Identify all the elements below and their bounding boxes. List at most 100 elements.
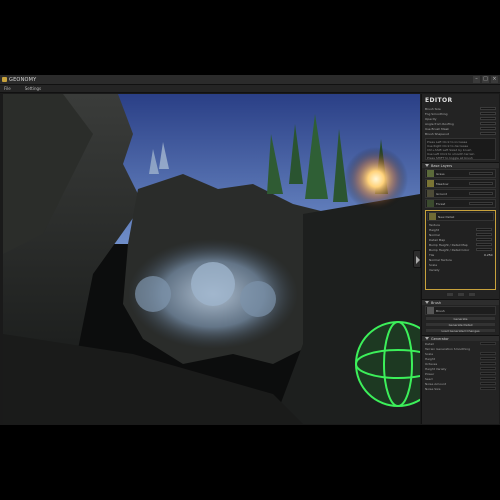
layer-strength-slider[interactable] (469, 202, 493, 205)
layer-meadow[interactable]: Meadow (425, 179, 496, 188)
opacity-slider[interactable] (480, 117, 496, 120)
prop-label: Detail Map (429, 237, 446, 242)
generator-value[interactable] (480, 367, 496, 370)
generator-label: Height Variety (425, 366, 447, 371)
layer-name: Ground (436, 191, 448, 196)
generator-value[interactable] (480, 372, 496, 375)
generator-value[interactable] (480, 357, 496, 360)
prop-label: Variety (429, 267, 440, 272)
3d-viewport[interactable] (3, 94, 420, 424)
generator-value[interactable] (480, 382, 496, 385)
layer-ground[interactable]: Ground (425, 189, 496, 198)
generator-label: Noise Size (425, 386, 441, 391)
layer-strength-slider[interactable] (469, 182, 493, 185)
layer-prop-row[interactable]: Normal Texture (426, 257, 495, 262)
add-layer-button[interactable] (445, 292, 454, 297)
close-icon[interactable]: × (491, 76, 498, 83)
generator-label: Seed (425, 376, 433, 381)
base-layers-section-header[interactable]: Base Layers (422, 162, 499, 168)
brush-section-header[interactable]: Brush (422, 299, 499, 305)
generate-detail-button[interactable]: Generate Detail (425, 322, 496, 327)
minimize-icon[interactable]: – (473, 76, 480, 83)
generator-row[interactable]: Noise Size (422, 386, 499, 391)
generator-label: Height (425, 356, 435, 361)
layer-prop-row[interactable]: Variety (426, 267, 495, 272)
prop-slider[interactable] (476, 238, 492, 241)
brush-shape-row[interactable]: Brush Shapeout (422, 131, 499, 136)
layer-name: Meadow (436, 181, 449, 186)
section-title: Generator (431, 336, 449, 341)
app-logo-icon (2, 77, 7, 82)
angle-label: Angle from Roofing (425, 121, 454, 126)
collapse-arrow-icon[interactable] (413, 250, 421, 268)
chevron-down-icon (425, 164, 429, 167)
fog-smoothing-label: Fog Smoothing (425, 111, 448, 116)
prop-slider[interactable] (476, 243, 492, 246)
menu-file[interactable]: File (0, 86, 21, 91)
fog-smoothing-slider[interactable] (480, 112, 496, 115)
generator-value[interactable] (480, 352, 496, 355)
generator-value[interactable] (480, 342, 496, 345)
generator-value[interactable] (480, 387, 496, 390)
scene-render (3, 94, 420, 424)
brush-size-label: Brush Size (425, 106, 441, 111)
layer-thumbnail (427, 200, 434, 207)
prop-slider[interactable] (476, 228, 492, 231)
generator-value[interactable] (480, 362, 496, 365)
menu-bar: File Settings (0, 85, 500, 93)
window-controls: – □ × (473, 76, 498, 83)
title-bar: GEONOMY – □ × (0, 75, 500, 85)
generator-row[interactable]: Terrain Generation Smoothing (422, 346, 499, 351)
layer-prop-row[interactable]: Tile 0.250 (426, 252, 495, 257)
app-window: GEONOMY – □ × File Settings EDITOR Brush… (0, 75, 500, 425)
generator-label: Noise Amount (425, 381, 447, 386)
active-layer-box[interactable]: New Detail Texture Height Normal Detail … (425, 210, 496, 290)
prop-label: Height (429, 227, 439, 232)
generator-label: Power (425, 371, 435, 376)
brush-size-slider[interactable] (480, 107, 496, 110)
chevron-down-icon (425, 301, 429, 304)
duplicate-layer-button[interactable] (467, 292, 476, 297)
layer-thumbnail (427, 180, 434, 187)
generator-label: Scale (425, 351, 434, 356)
maximize-icon[interactable]: □ (482, 76, 489, 83)
active-layer-header[interactable]: New Detail (427, 212, 494, 221)
layer-thumbnail (429, 213, 436, 220)
generator-value[interactable] (480, 377, 496, 380)
chevron-down-icon (425, 337, 429, 340)
remove-layer-button[interactable] (456, 292, 465, 297)
brush-shape-label: Brush Shapeout (425, 131, 449, 136)
brush-layer[interactable]: Brush (425, 306, 496, 315)
tile-value[interactable]: 0.250 (484, 253, 493, 257)
prop-slider[interactable] (476, 233, 492, 236)
opacity-label: Opacity (425, 116, 437, 121)
load-generated-changes-button[interactable]: Load Generated Changes (425, 328, 496, 333)
layer-name: New Detail (438, 214, 455, 219)
help-notes: Press Left Click to increase Use Right C… (425, 138, 496, 160)
layer-prop-row[interactable]: Scale (426, 262, 495, 267)
layer-strength-slider[interactable] (469, 192, 493, 195)
layer-thumbnail (427, 190, 434, 197)
section-title: Brush (431, 300, 442, 305)
layer-prop-row[interactable]: Texture (426, 222, 495, 227)
menu-settings[interactable]: Settings (21, 86, 51, 91)
layer-name: Grass (436, 171, 445, 176)
layer-thumbnail (427, 307, 434, 314)
layer-name: Brush (436, 308, 445, 313)
app-title: GEONOMY (9, 76, 37, 83)
angle-slider[interactable] (480, 122, 496, 125)
prop-label: Normal Texture (429, 257, 452, 262)
layer-name: Forest (436, 201, 446, 206)
brush-shape-select[interactable] (480, 132, 496, 135)
panel-title: EDITOR (425, 97, 453, 104)
brush-mask-toggle[interactable] (480, 127, 496, 130)
layer-action-buttons (422, 292, 499, 297)
editor-panel: EDITOR Brush Size Fog Smoothing Opacity … (421, 94, 499, 424)
prop-slider[interactable] (476, 248, 492, 251)
layer-forest[interactable]: Forest (425, 199, 496, 208)
generate-button[interactable]: Generate (425, 316, 496, 321)
prop-label: Bump Height / Detail Map (429, 242, 468, 247)
layer-strength-slider[interactable] (469, 172, 493, 175)
prop-label: Bump Height / Detail Color (429, 247, 470, 252)
layer-grass[interactable]: Grass (425, 169, 496, 178)
